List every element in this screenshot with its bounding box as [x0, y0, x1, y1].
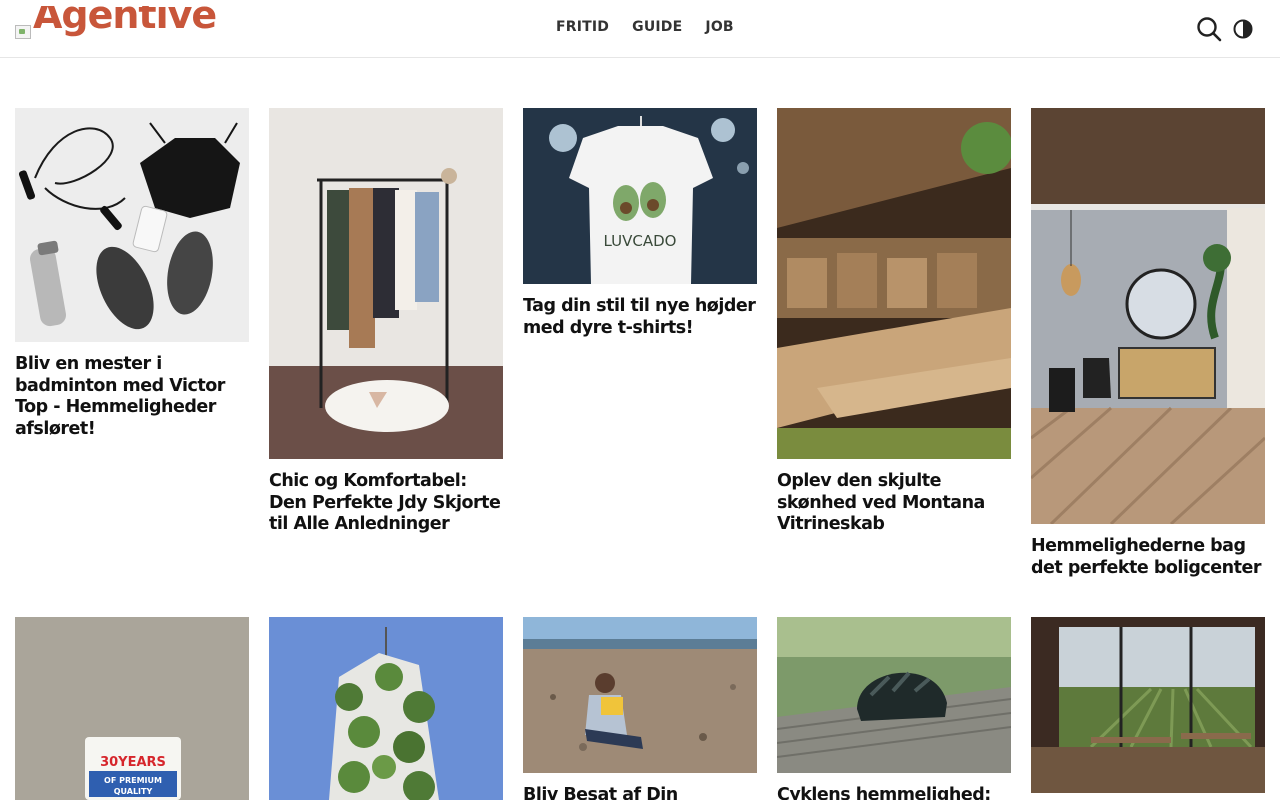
site-header: Agentive FRITID GUIDE JOB: [0, 0, 1280, 58]
article-thumbnail[interactable]: [269, 108, 503, 459]
nav-item-guide[interactable]: GUIDE: [632, 19, 682, 35]
site-logo[interactable]: Agentive: [15, 6, 216, 40]
article-thumbnail[interactable]: LUVCADO: [523, 108, 757, 284]
article-card[interactable]: LUVCADO Tag din stil til nye højder med …: [523, 108, 757, 339]
nav-item-job[interactable]: JOB: [705, 19, 733, 35]
nav-item-fritid[interactable]: FRITID: [556, 19, 609, 35]
article-card[interactable]: Chic og Komfortabel: Den Perfekte Jdy Sk…: [269, 108, 503, 536]
article-card[interactable]: [269, 617, 503, 800]
article-thumbnail[interactable]: [777, 108, 1011, 459]
article-title[interactable]: Tag din stil til nye højder med dyre t-s…: [523, 296, 757, 339]
search-icon[interactable]: [1196, 16, 1222, 42]
article-title[interactable]: Hemmelighederne bag det perfekte boligce…: [1031, 536, 1265, 579]
svg-text:OF PREMIUM: OF PREMIUM: [104, 776, 162, 785]
main-nav: FRITID GUIDE JOB: [556, 19, 757, 35]
article-card[interactable]: Bliv Besat af Din Passion:: [523, 617, 757, 800]
article-card[interactable]: Oplev den skjulte skønhed ved Montana Vi…: [777, 108, 1011, 536]
article-thumbnail[interactable]: [523, 617, 757, 773]
article-thumbnail[interactable]: [269, 617, 503, 800]
article-title[interactable]: Chic og Komfortabel: Den Perfekte Jdy Sk…: [269, 471, 503, 536]
article-title[interactable]: Bliv en mester i badminton med Victor To…: [15, 354, 249, 440]
svg-text:QUALITY: QUALITY: [114, 787, 153, 796]
svg-text:30YEARS: 30YEARS: [100, 755, 166, 770]
article-card[interactable]: Cyklens hemmelighed:: [777, 617, 1011, 800]
article-card[interactable]: [1031, 617, 1265, 800]
logo-text: Agentive: [33, 6, 217, 37]
article-title[interactable]: Cyklens hemmelighed:: [777, 785, 1011, 800]
article-thumbnail[interactable]: [1031, 108, 1265, 524]
article-title[interactable]: Bliv Besat af Din Passion:: [523, 785, 757, 800]
article-thumbnail[interactable]: [1031, 617, 1265, 793]
broken-image-icon: [15, 25, 31, 39]
article-card[interactable]: Hemmelighederne bag det perfekte boligce…: [1031, 108, 1265, 579]
tshirt-print-text: LUVCADO: [604, 232, 677, 250]
article-card[interactable]: Bliv en mester i badminton med Victor To…: [15, 108, 249, 440]
dark-mode-toggle-icon[interactable]: [1233, 18, 1253, 40]
article-thumbnail[interactable]: 30YEARS OF PREMIUM QUALITY: [15, 617, 249, 800]
article-card[interactable]: 30YEARS OF PREMIUM QUALITY: [15, 617, 249, 800]
article-thumbnail[interactable]: [15, 108, 249, 342]
article-title[interactable]: Oplev den skjulte skønhed ved Montana Vi…: [777, 471, 1011, 536]
article-thumbnail[interactable]: [777, 617, 1011, 773]
